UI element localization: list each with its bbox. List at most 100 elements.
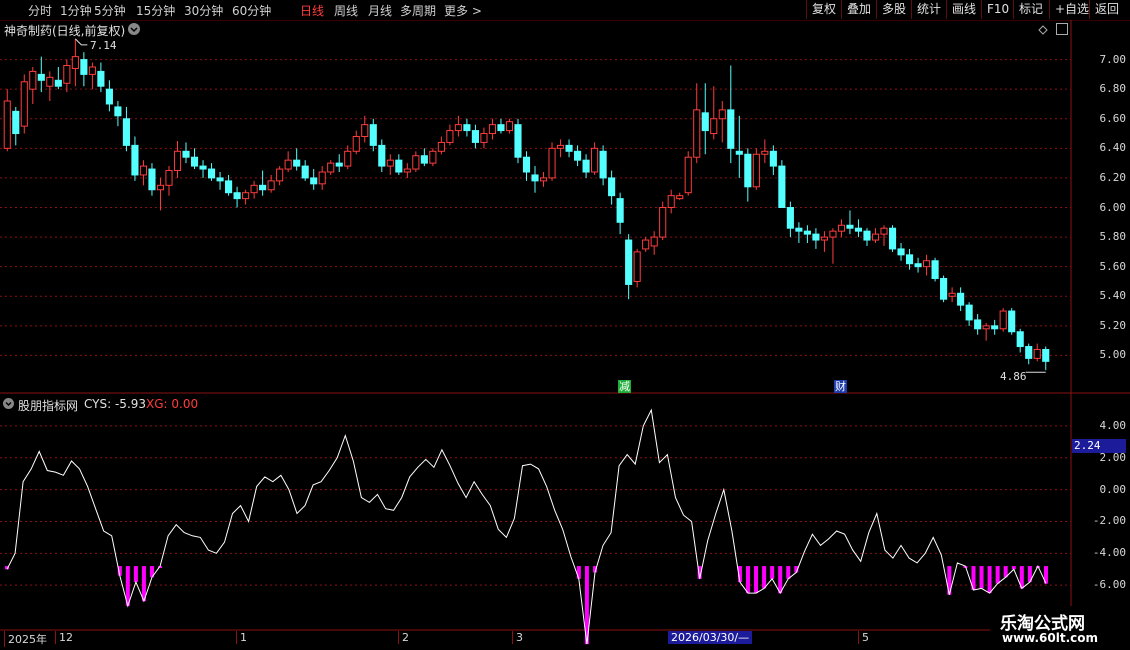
candle-body	[216, 177, 224, 182]
candle-body	[242, 192, 250, 200]
signal-bar	[786, 566, 791, 579]
candle-body	[199, 165, 207, 170]
candle-body	[744, 153, 752, 188]
candle-body	[429, 150, 437, 164]
main-y-tick: 6.20	[1099, 170, 1127, 184]
candle-body	[718, 109, 726, 120]
candle-body	[701, 112, 709, 132]
candle-body	[148, 168, 156, 191]
candle-body	[131, 144, 139, 176]
high-price-label: 7.14	[90, 39, 117, 52]
main-y-tick: 5.80	[1099, 230, 1127, 244]
candle-body	[667, 195, 675, 209]
main-y-tick: 5.20	[1099, 318, 1127, 332]
main-y-tick: 6.80	[1099, 82, 1127, 96]
candle-body	[531, 174, 539, 182]
indicator-y-axis: 4.00 2.00 0.00 -2.00 -4.00 -6.00	[1071, 393, 1130, 630]
candle-body	[63, 65, 71, 84]
candle-body	[105, 88, 113, 105]
candle-body	[871, 233, 880, 241]
main-y-tick: 5.00	[1099, 348, 1127, 362]
candle-body	[344, 150, 352, 167]
candle-body	[29, 70, 37, 90]
xg-value: XG: 0.00	[146, 397, 199, 411]
candle-body	[863, 230, 871, 241]
candle-body	[625, 239, 633, 285]
main-y-tick: 7.00	[1099, 52, 1127, 66]
candle-body	[676, 195, 684, 200]
candle-body	[446, 130, 454, 143]
candle-body	[846, 224, 854, 229]
indicator-grid	[0, 425, 1071, 586]
indicator-y-tick: 0.00	[1099, 482, 1127, 496]
x-axis-label: 2025年	[4, 631, 47, 647]
candle-body	[12, 110, 20, 135]
indicator-y-tick: -2.00	[1092, 514, 1126, 528]
indicator-y-tick: -4.00	[1092, 546, 1126, 560]
candle-body	[1033, 349, 1041, 359]
candle-body	[173, 150, 182, 172]
candle-body	[539, 177, 548, 182]
chart-canvas	[0, 20, 1130, 645]
candle-body	[727, 109, 735, 149]
candle-body	[633, 251, 641, 282]
signal-bar	[979, 566, 984, 589]
candle-body	[454, 124, 462, 132]
candle-body	[769, 150, 777, 167]
signal-bar	[778, 566, 783, 594]
candle-body	[974, 319, 982, 330]
x-axis-label: 12	[55, 631, 73, 644]
candle-body	[437, 141, 445, 152]
main-y-tick: 6.40	[1099, 141, 1127, 155]
indicator-y-tick: -6.00	[1092, 578, 1126, 592]
candle-body	[46, 76, 54, 87]
candle-body	[786, 207, 794, 229]
candle-body	[1042, 349, 1050, 362]
candle-body	[608, 177, 616, 197]
candle-body	[693, 109, 701, 158]
candle-body	[80, 59, 88, 75]
signal-bar	[745, 566, 750, 594]
candle-body	[795, 227, 803, 232]
candle-body	[1016, 331, 1024, 348]
candle-body	[139, 165, 148, 176]
candle-body	[991, 325, 999, 330]
candle-body	[488, 124, 497, 135]
candle-body	[854, 227, 863, 232]
candle-body	[378, 144, 386, 167]
candle-body	[514, 124, 522, 158]
candle-body	[957, 292, 965, 306]
candle-body	[54, 79, 62, 87]
signal-bar	[754, 566, 759, 594]
candle-body	[122, 118, 130, 146]
candle-body	[225, 180, 233, 194]
signal-bar	[987, 566, 992, 594]
candle-body	[259, 184, 267, 191]
cys-value: CYS: -5.93	[84, 397, 147, 411]
chevron-down-icon[interactable]	[3, 398, 14, 409]
candle-body	[97, 70, 105, 87]
candle-body	[335, 162, 343, 167]
candle-body	[190, 156, 199, 167]
candle-body	[888, 227, 897, 250]
candle-body	[650, 236, 658, 247]
candle-body	[250, 184, 258, 194]
signal-bar	[770, 566, 775, 579]
candle-body	[156, 184, 165, 191]
event-tag-finance[interactable]: 财	[834, 380, 847, 393]
main-y-tick: 5.40	[1099, 289, 1127, 303]
candle-body	[803, 230, 811, 235]
candle-body	[1025, 346, 1033, 359]
candle-body	[752, 153, 760, 188]
event-tag-reduce[interactable]: 减	[618, 380, 631, 393]
candle-body	[207, 168, 216, 179]
candle-body	[505, 121, 514, 132]
candle-body	[463, 124, 471, 132]
candle-body	[931, 260, 939, 279]
indicator-y-tick: 4.00	[1099, 418, 1127, 432]
current-value-badge: 2.24	[1072, 439, 1126, 453]
candle-body	[352, 136, 360, 152]
candle-body	[548, 147, 556, 179]
x-axis-label: 2	[398, 631, 409, 644]
low-price-label: 4.86	[1000, 370, 1027, 383]
